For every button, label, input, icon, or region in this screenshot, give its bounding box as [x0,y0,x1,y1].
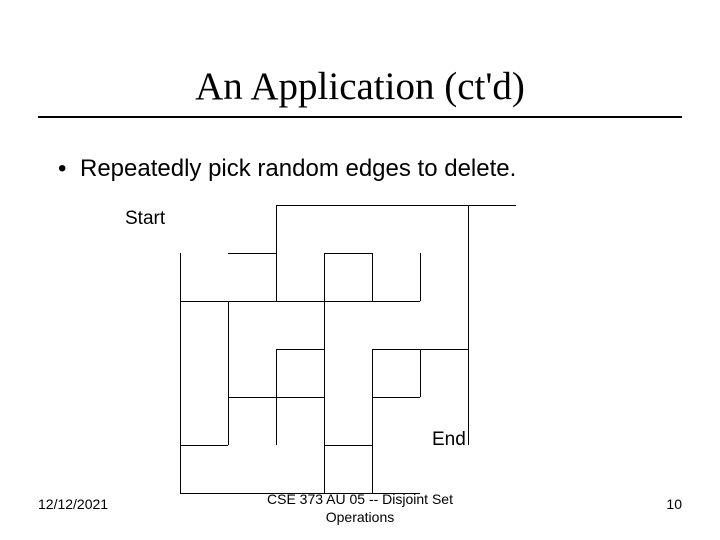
bullet-text: Repeatedly pick random edges to delete. [80,155,516,184]
maze-wall [228,301,229,445]
footer-center-line2: Operations [326,509,394,525]
start-label: Start [125,208,165,230]
maze-wall [180,445,228,446]
footer-center-line1: CSE 373 AU 05 -- Disjoint Set [267,491,453,507]
maze-wall [276,205,516,206]
maze-wall [372,397,420,398]
slide: An Application (ct'd) • Repeatedly pick … [0,0,720,540]
maze-wall [276,205,277,301]
maze-wall [324,253,325,445]
footer-page-number: 10 [666,496,682,512]
maze-wall [276,349,324,350]
maze-diagram [180,205,468,445]
maze-wall [276,301,420,302]
maze-wall [420,253,421,301]
bullet-item: • Repeatedly pick random edges to delete… [58,155,668,184]
maze-wall [468,205,469,445]
maze-wall [180,253,181,493]
maze-wall [324,253,372,254]
footer-center: CSE 373 AU 05 -- Disjoint Set Operations [0,491,720,526]
maze-wall [276,349,277,445]
maze-wall [228,253,276,254]
maze-wall [372,349,373,493]
title-underline [38,116,682,118]
maze-wall [420,349,421,397]
maze-wall [372,253,373,301]
slide-title: An Application (ct'd) [0,64,720,109]
maze-wall [324,445,372,446]
maze-wall [324,445,325,493]
bullet-marker-icon: • [58,155,80,184]
